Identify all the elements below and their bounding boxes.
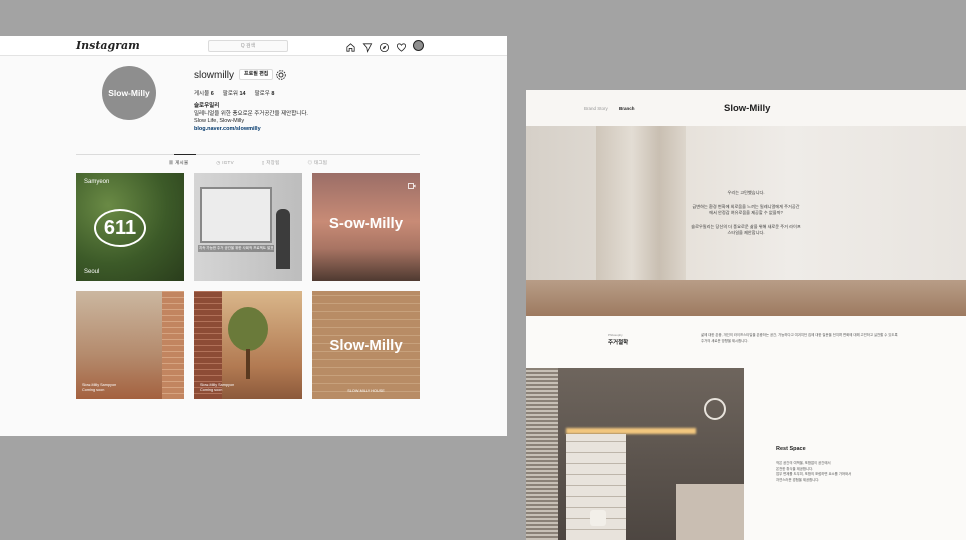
followers-label: 팔로워 [222, 91, 238, 97]
tree-trunk [246, 349, 250, 379]
search-input[interactable]: Q 검색 [208, 40, 288, 52]
bio-name: 슬로우밀리 [194, 103, 220, 109]
presentation-board [200, 187, 272, 243]
posts-count: 게시물 6 [194, 89, 214, 97]
profile-stats: 게시물 6 팔로워 14 팔로우 8 [194, 89, 274, 97]
post-tile[interactable]: Slow-Milly SLOW-MILLY HOUSE [312, 291, 420, 399]
rest-line: 자연스러운 경험을 제공합니다. [776, 477, 820, 482]
nav-brand-story[interactable]: Brand Story [584, 106, 608, 111]
brand-website-window: Brand Story Branch Slow-Milly 우리는 고민했습니다… [526, 90, 966, 540]
posts-value: 6 [210, 91, 214, 97]
post-caption: Slow-Milly Sampyon Coming soon [200, 383, 234, 393]
round-mirror [704, 398, 726, 420]
post-wordmark: Slow-Milly [329, 337, 403, 354]
edit-profile-button[interactable]: 프로필 편집 [239, 69, 274, 80]
post-caption: Slow-Milly Sampyon Coming soon [82, 383, 116, 393]
post-subtitle: Seoul [84, 269, 100, 275]
heart-icon[interactable] [396, 40, 407, 52]
home-icon[interactable] [345, 40, 356, 52]
profile-tabs: ▦ 게시물 ◷ IGTV ▯ 저장됨 ◎ 태그됨 [76, 160, 420, 166]
tab-tagged[interactable]: ◎ 태그됨 [308, 160, 328, 166]
following-count[interactable]: 팔로우 8 [255, 89, 275, 97]
nav-branch[interactable]: Branch [619, 106, 635, 111]
direct-icon[interactable] [362, 40, 373, 53]
hero-section: 우리는 고민했습니다. 급변하는 환경 변화에 외로움을 느끼는 밀레니얼에게 … [526, 126, 966, 316]
profile-bio: 슬로우밀리 밀레니얼을 위한 풍요로운 주거공간을 제안합니다. Slow Li… [194, 103, 308, 133]
caption-line: Coming soon [200, 388, 223, 392]
active-tab-indicator [174, 154, 196, 155]
tab-divider [76, 154, 420, 155]
post-tile[interactable]: Samyeon 611 Seoul [76, 173, 184, 281]
toilet [590, 510, 606, 526]
tab-igtv[interactable]: ◷ IGTV [216, 160, 233, 166]
profile-username: slowmilly [194, 70, 234, 81]
following-value: 8 [271, 91, 275, 97]
brick-wall [162, 291, 184, 399]
video-icon [408, 176, 416, 189]
post-caption: SLOW-MILLY HOUSE [347, 389, 385, 393]
bio-line: 밀레니얼을 위한 풍요로운 주거공간을 제안합니다. [194, 110, 308, 117]
tab-label: IGTV [222, 160, 234, 165]
explore-icon[interactable] [379, 40, 390, 53]
floor-image [526, 280, 966, 316]
presenter-figure [276, 209, 290, 269]
post-tile[interactable]: S-ow-Milly [312, 173, 420, 281]
philosophy-text: 삶에 대한 존중, 개인의 라이프스타일을 존중하는 공간, 가능하다고 여겨지… [701, 333, 898, 343]
site-nav: Brand Story Branch Slow-Milly [526, 90, 966, 126]
hero-paragraph: 우리는 고민했습니다. [727, 190, 765, 195]
post-caption: 지속 가능한 주거 공간을 위한 사회적 프로젝트 발표 [198, 245, 275, 252]
post-tile[interactable]: Slow-Milly Sampyon Coming soon [194, 291, 302, 399]
hero-copy: 우리는 고민했습니다. 급변하는 환경 변화에 외로움을 느끼는 밀레니얼에게 … [691, 190, 801, 244]
tab-label: 게시물 [175, 160, 189, 165]
gear-icon[interactable] [275, 68, 287, 80]
rest-space-section: Rest Space 작은 공간의 여백을, 포함없이 공간에서 온전한 휴식을… [744, 368, 966, 540]
posts-label: 게시물 [194, 91, 210, 97]
rest-space-title: Rest Space [776, 446, 806, 452]
post-tile[interactable]: Slow-Milly Sampyon Coming soon [76, 291, 184, 399]
post-number: 611 [94, 209, 146, 247]
instagram-top-bar: Instagram Q 검색 [0, 36, 507, 56]
hero-paragraph: 슬로우밀리는 당신의 더 풍요로운 삶을 위해 새로운 주거 라이프스타일을 제… [691, 223, 801, 236]
top-nav-icons [345, 40, 424, 53]
tab-posts[interactable]: ▦ 게시물 [169, 160, 189, 166]
rest-space-text: 작은 공간의 여백을, 포함없이 공간에서 온전한 휴식을 제공합니다. 업무 … [776, 461, 906, 483]
tab-saved[interactable]: ▯ 저장됨 [262, 160, 280, 166]
window-blinds [526, 368, 558, 540]
instagram-window: Instagram Q 검색 Slow-Milly slowmilly 프로필 … [0, 36, 507, 436]
instagram-logo[interactable]: Instagram [76, 39, 140, 52]
tab-label: 태그됨 [313, 160, 328, 165]
philosophy-title: 주거철학 [608, 340, 629, 346]
post-grid: Samyeon 611 Seoul 지속 가능한 주거 공간을 위한 사회적 프… [76, 173, 420, 399]
tab-label: 저장됨 [266, 160, 280, 165]
bathroom-photo [526, 368, 744, 540]
post-wordmark: S-ow-Milly [328, 215, 404, 232]
hero-paragraph: 급변하는 환경 변화에 외로움을 느끼는 밀레니얼에게 주거공간에서 안정감 여… [692, 203, 800, 216]
profile-avatar-icon[interactable] [413, 40, 424, 51]
caption-line: Coming soon [82, 388, 105, 392]
philosophy-section: Philosophy 주거철학 삶에 대한 존중, 개인의 라이프스타일을 존중… [526, 316, 966, 368]
followers-count[interactable]: 팔로워 14 [223, 89, 246, 97]
site-logo[interactable]: Slow-Milly [724, 103, 770, 114]
vanity-cabinet [676, 484, 744, 540]
philosophy-label-en: Philosophy [608, 333, 623, 337]
followers-value: 14 [239, 91, 246, 97]
tree-canopy [228, 307, 268, 351]
profile-avatar[interactable]: Slow-Milly [102, 66, 156, 120]
bio-link[interactable]: blog.naver.com/slowmilly [194, 126, 308, 134]
post-tile[interactable]: 지속 가능한 주거 공간을 위한 사회적 프로젝트 발표 [194, 173, 302, 281]
bio-line: Slow Life, Slow-Milly [194, 118, 245, 124]
post-title: Samyeon [84, 179, 110, 185]
following-label: 팔로우 [254, 91, 270, 97]
